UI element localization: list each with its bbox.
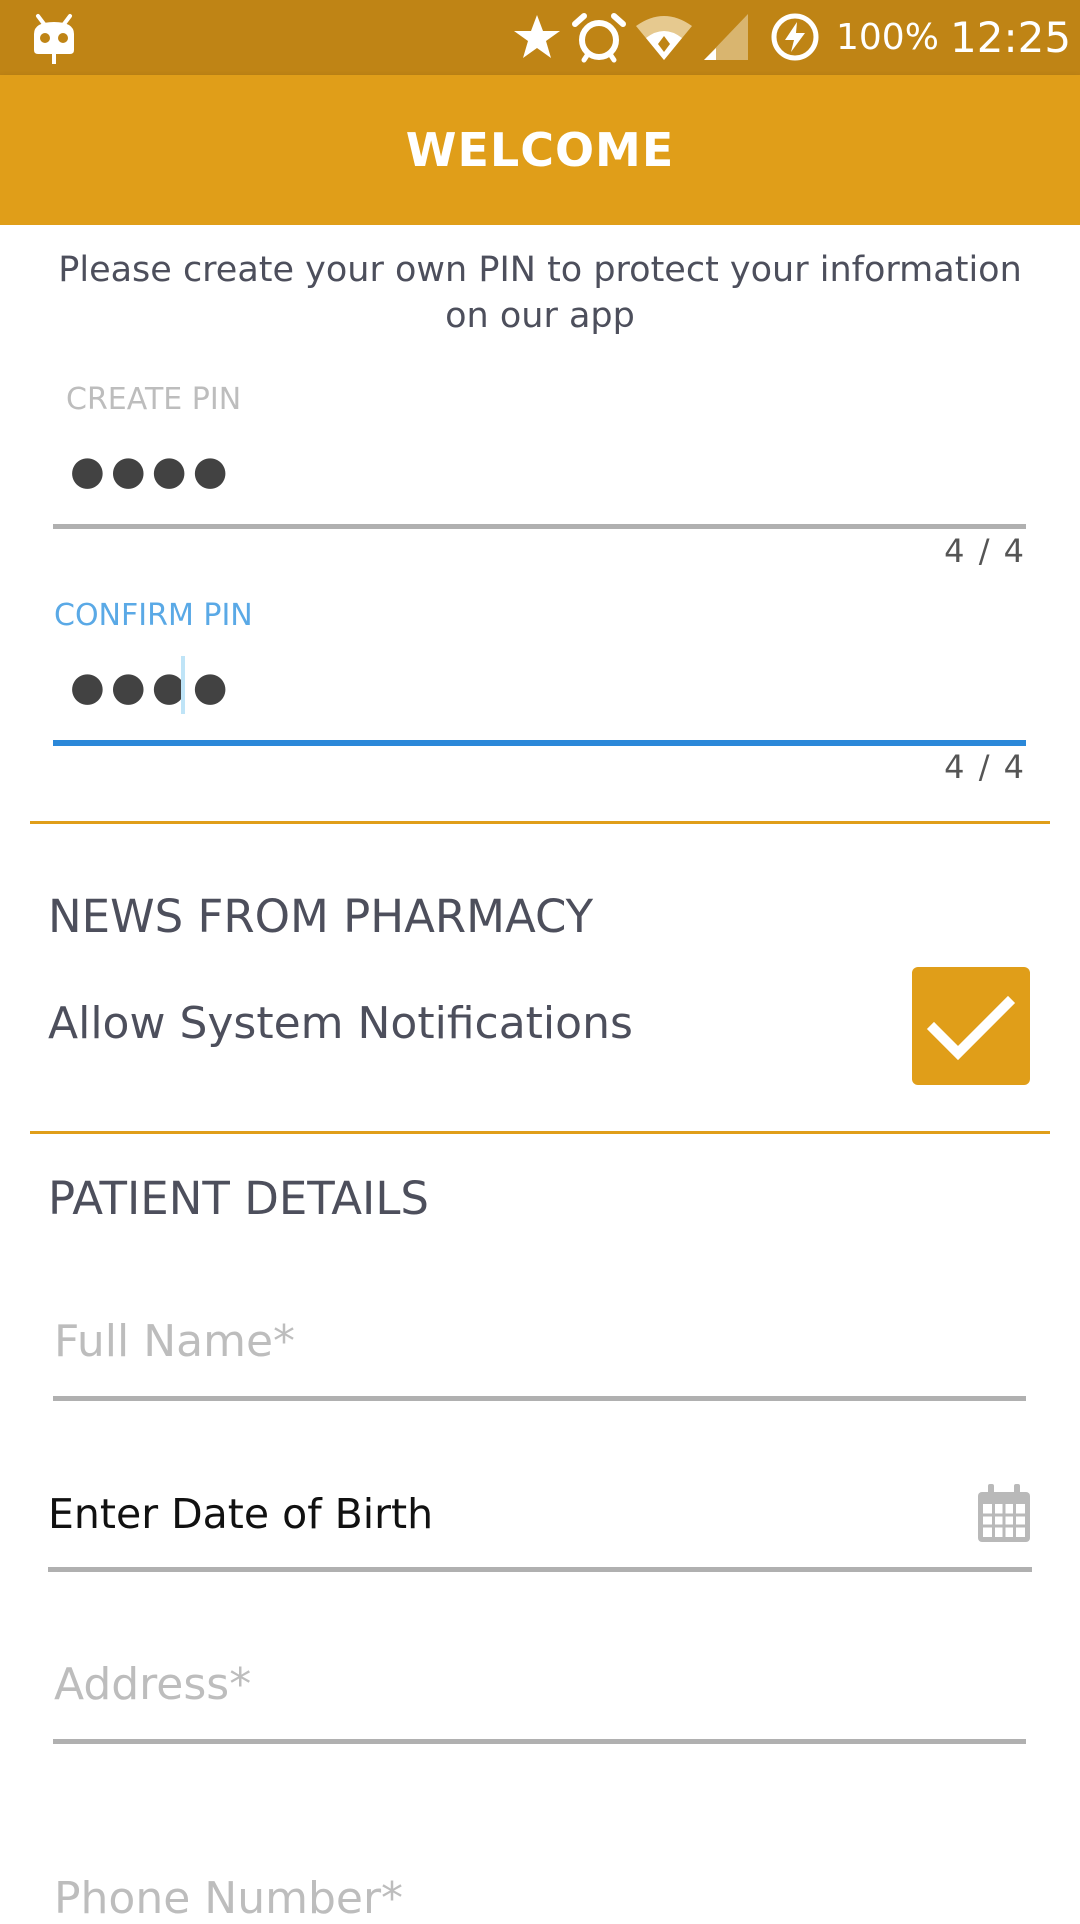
confirm-pin-counter: 4 / 4 [944,748,1026,786]
confirm-pin-input[interactable]: ●●●● [70,664,234,710]
address-input[interactable]: Address* [54,1659,251,1710]
full-name-input[interactable]: Full Name* [54,1316,295,1367]
text-cursor [181,656,185,714]
check-icon [926,995,1016,1061]
patient-section-title: PATIENT DETAILS [48,1172,429,1225]
calendar-icon[interactable] [976,1484,1032,1544]
status-bar: 100% 12:25 [0,0,1080,75]
wifi-icon [636,16,692,60]
confirm-pin-underline [53,740,1026,746]
address-underline [53,1739,1026,1744]
android-head-icon [34,14,74,64]
battery-percentage: 100% [836,17,939,58]
date-of-birth-field[interactable]: Enter Date of Birth [48,1490,433,1538]
section-divider [30,821,1050,824]
intro-text: Please create your own PIN to protect yo… [58,250,1022,336]
star-icon [514,15,560,58]
alarm-icon [572,13,626,63]
create-pin-counter: 4 / 4 [944,532,1026,570]
signal-icon [704,14,748,60]
create-pin-label: CREATE PIN [66,382,242,417]
clock: 12:25 [950,13,1072,62]
date-of-birth-underline [48,1567,1032,1572]
page-title: WELCOME [405,123,675,177]
news-section-title: NEWS FROM PHARMACY [48,890,594,943]
phone-number-input[interactable]: Phone Number* [54,1873,403,1924]
create-pin-input[interactable]: ●●●● [70,448,234,494]
battery-charging-icon [771,13,819,61]
notifications-checkbox[interactable] [912,967,1030,1085]
create-pin-underline [53,524,1026,529]
notifications-label: Allow System Notifications [48,998,633,1049]
app-bar: WELCOME [0,75,1080,225]
full-name-underline [53,1396,1026,1401]
section-divider [30,1131,1050,1134]
confirm-pin-label: CONFIRM PIN [54,598,253,633]
